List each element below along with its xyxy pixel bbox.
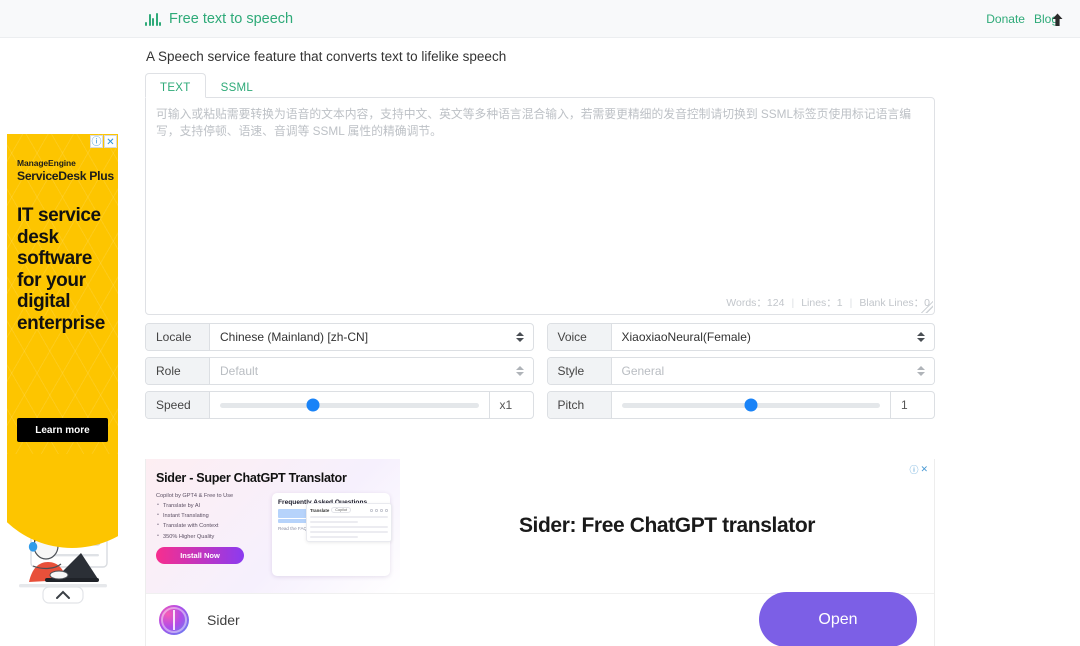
sider-feature-column: Copilot by GPT4 & Free to Use Translate … [156,493,264,576]
sider-creative: Sider - Super ChatGPT Translator Copilot… [146,459,400,593]
style-select[interactable]: General [611,358,934,384]
voice-label: Voice [547,324,612,350]
pitch-field: Pitch 1 [546,391,935,419]
pitch-slider-thumb[interactable] [744,398,758,412]
speed-slider-track [220,398,479,412]
ad-close-icon[interactable]: ✕ [104,135,117,148]
sider-creative-title: Sider - Super ChatGPT Translator [156,471,347,485]
pitch-slider[interactable] [612,392,891,418]
voice-field: Voice XiaoxiaoNeural(Female) [546,323,935,351]
role-label: Role [146,358,210,384]
arrow-up-icon [1052,13,1062,26]
locale-label: Locale [146,324,210,350]
site-header: Free text to speech Donate Blog [0,0,1080,38]
pitch-label: Pitch [547,392,612,418]
open-button[interactable]: Open [759,592,917,646]
learn-more-button[interactable]: Learn more [17,418,108,442]
style-field: Style General [546,357,935,385]
brand-logo[interactable]: Free text to speech [145,11,293,27]
editor-tabs: TEXT SSML [145,73,935,98]
translate-popup-tag: Translate [310,507,330,513]
text-input[interactable]: 可输入或粘贴需要转换为语音的文本内容，支持中文、英文等多种语言混合输入，若需要更… [146,98,934,283]
sider-app-name: Sider [207,611,240,628]
chevron-updown-icon [917,366,925,376]
tab-ssml[interactable]: SSML [206,73,269,98]
list-item: Translate by AI [156,502,264,509]
list-item: 350% Higher Quality [156,533,264,540]
install-now-button[interactable]: Install Now [156,546,244,564]
list-item: Translate with Context [156,522,264,529]
sider-ad-choices: ⓘ ✕ [909,463,928,476]
donate-link[interactable]: Donate [986,12,1025,26]
audio-wave-icon [145,12,161,26]
ad-info-icon[interactable]: ⓘ [90,135,103,148]
sider-feature-list: Translate by AI Instant Translating Tran… [156,502,264,540]
chevron-updown-icon [515,366,524,376]
brand-title: Free text to speech [169,10,294,27]
sidebar-ad-illustration [7,454,118,646]
style-value: General [621,364,665,378]
role-value: Default [220,364,259,378]
sider-ad-top: Sider - Super ChatGPT Translator Copilot… [146,459,934,593]
ad-product-name: ServiceDesk Plus [17,169,114,183]
translate-popup-header: Translate Copilot [310,507,388,513]
option-row-role-style: Role Default Style General [145,357,935,385]
stats-separator-2: | [849,296,853,309]
speed-slider[interactable] [210,392,489,418]
mock-text-line [310,521,359,523]
locale-field: Locale Chinese (Mainland) [zh-CN] [145,323,534,351]
mock-text-line [310,526,388,528]
text-stats: Words：124 | Lines：1 | Blank Lines：0 [726,295,930,310]
sider-creative-subtitle: Copilot by GPT4 & Free to Use [156,493,234,499]
ad-headline: IT service desk software for your digita… [17,205,105,334]
option-row-speed-pitch: Speed x1 Pitch 1 [145,391,935,419]
chevron-updown-icon [917,332,925,342]
voice-value: XiaoxiaoNeural(Female) [621,330,751,344]
chevron-updown-icon [515,332,524,342]
speed-field: Speed x1 [145,391,534,419]
speed-slider-thumb[interactable] [306,398,320,412]
sider-ad-footer: Sider Open [146,592,934,646]
translate-popup-mockup: Translate Copilot [306,503,392,542]
speed-value: x1 [488,392,533,418]
ad-yellow-curve [7,454,118,548]
sider-advertisement[interactable]: Sider - Super ChatGPT Translator Copilot… [145,459,935,646]
stats-separator-1: | [791,296,795,309]
pitch-value: 1 [890,392,934,418]
ad-brand-name: ManageEngine [17,158,76,168]
speed-label: Speed [146,392,210,418]
ad-close-icon[interactable]: ✕ [920,464,928,475]
ad-info-icon[interactable]: ⓘ [909,463,918,476]
locale-select[interactable]: Chinese (Mainland) [zh-CN] [210,324,533,350]
blank-line-count: Blank Lines：0 [859,297,930,309]
pitch-slider-track [621,398,880,412]
option-row-locale-voice: Locale Chinese (Mainland) [zh-CN] Voice … [145,323,935,351]
mock-text-line [310,516,388,518]
role-field: Role Default [145,357,534,385]
word-count: Words：124 [726,297,785,309]
page-subtitle: A Speech service feature that converts t… [146,49,507,64]
line-count: Lines：1 [801,297,843,309]
sider-brain-logo-icon [159,604,189,635]
style-label: Style [547,358,612,384]
textarea-resize-handle[interactable] [921,301,933,313]
sider-headline-area: ⓘ ✕ Sider: Free ChatGPT translator [400,459,934,593]
role-select[interactable]: Default [210,358,533,384]
voice-select[interactable]: XiaoxiaoNeural(Female) [612,324,935,350]
mock-text-line [310,531,388,533]
sidebar-ad-top: ⓘ ✕ ManageEngine ServiceDesk Plus IT ser… [7,134,118,454]
tab-text[interactable]: TEXT [145,73,206,98]
locale-value: Chinese (Mainland) [zh-CN] [220,330,369,344]
sidebar-advertisement[interactable]: ⓘ ✕ ManageEngine ServiceDesk Plus IT ser… [7,134,118,646]
voice-options: Locale Chinese (Mainland) [zh-CN] Voice … [145,323,935,419]
translate-popup-icons [370,508,388,512]
translate-popup-model: Copilot [331,507,352,513]
mock-text-line [310,536,359,538]
scroll-to-top-button[interactable] [1047,9,1067,29]
ad-choices-controls: ⓘ ✕ [90,135,117,148]
text-editor-card: 可输入或粘贴需要转换为语音的文本内容，支持中文、英文等多种语言混合输入，若需要更… [145,97,935,315]
sider-ad-headline: Sider: Free ChatGPT translator [518,514,816,537]
list-item: Instant Translating [156,512,264,519]
main-content: A Speech service feature that converts t… [145,38,935,425]
